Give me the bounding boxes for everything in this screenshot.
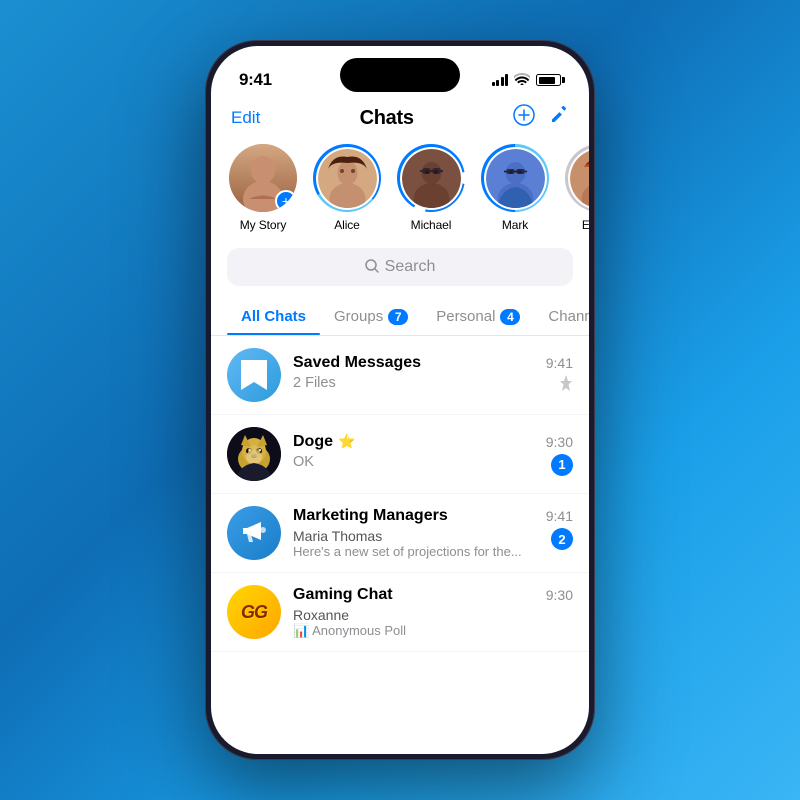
edit-button[interactable]: Edit [231, 108, 260, 128]
story-item-emma[interactable]: Emma [565, 144, 589, 232]
chat-preview-doge: OK [293, 454, 543, 470]
chat-name-doge: Doge ⭐ [293, 433, 355, 451]
tab-groups[interactable]: Groups 7 [320, 300, 422, 335]
page-title: Chats [360, 107, 414, 130]
add-chat-icon[interactable] [513, 104, 535, 132]
story-name-alice: Alice [334, 218, 360, 232]
chat-preview-gaming: 📊 Anonymous Poll [293, 623, 406, 639]
chat-name-saved: Saved Messages [293, 354, 421, 372]
story-item-alice[interactable]: Alice [313, 144, 381, 232]
compose-icon[interactable] [549, 105, 569, 131]
story-item-michael[interactable]: Michael [397, 144, 465, 232]
chat-sender-marketing: Maria Thomas [293, 528, 522, 544]
groups-badge: 7 [388, 309, 408, 325]
chat-avatar-gaming: GG [227, 585, 281, 639]
chat-name-marketing: Marketing Managers [293, 507, 448, 525]
header-actions [513, 104, 569, 132]
phone-frame: 9:41 [205, 40, 595, 760]
chat-avatar-saved [227, 348, 281, 402]
status-icons [492, 73, 562, 88]
chat-time-doge: 9:30 [546, 434, 573, 450]
stories-row: + My Story [211, 144, 589, 248]
chat-list: Saved Messages 9:41 2 Files [211, 336, 589, 652]
pin-icon-saved [559, 375, 573, 397]
chat-time-gaming: 9:30 [546, 587, 573, 603]
add-story-badge: + [275, 190, 297, 212]
story-name-michael: Michael [411, 218, 452, 232]
battery-icon [536, 74, 561, 86]
tab-all-chats[interactable]: All Chats [227, 300, 320, 335]
search-container: Search [211, 248, 589, 300]
tab-channels[interactable]: Channels [534, 300, 589, 335]
unread-badge-doge: 1 [551, 454, 573, 476]
chat-item-saved-messages[interactable]: Saved Messages 9:41 2 Files [211, 336, 589, 415]
chat-preview-saved: 2 Files [293, 375, 551, 391]
story-name-my-story: My Story [240, 218, 287, 232]
search-bar[interactable]: Search [227, 248, 573, 286]
story-item-mark[interactable]: Mark [481, 144, 549, 232]
chat-preview-marketing: Here's a new set of projections for the.… [293, 544, 522, 559]
chat-sender-gaming: Roxanne [293, 607, 406, 623]
chat-name-gaming: Gaming Chat [293, 586, 393, 604]
story-name-emma: Emma [582, 218, 589, 232]
chat-info-doge: Doge ⭐ 9:30 OK 1 [293, 433, 573, 476]
chat-time-saved: 9:41 [546, 355, 573, 371]
filter-tabs: All Chats Groups 7 Personal 4 Channels B [211, 300, 589, 336]
unread-badge-marketing: 2 [551, 528, 573, 550]
chat-item-gaming[interactable]: GG Gaming Chat 9:30 Roxanne 📊 Anonymous … [211, 573, 589, 652]
chat-time-marketing: 9:41 [546, 508, 573, 524]
search-placeholder: Search [385, 258, 436, 276]
chat-item-doge[interactable]: Doge ⭐ 9:30 OK 1 [211, 415, 589, 494]
dynamic-island [340, 58, 460, 92]
story-item-my-story[interactable]: + My Story [229, 144, 297, 232]
star-icon-doge: ⭐ [338, 433, 355, 450]
wifi-icon [514, 73, 530, 88]
chat-info-gaming: Gaming Chat 9:30 Roxanne 📊 Anonymous Pol… [293, 586, 573, 639]
app-header: Edit Chats [211, 100, 589, 144]
chat-info-saved: Saved Messages 9:41 2 Files [293, 354, 573, 397]
personal-badge: 4 [500, 309, 520, 325]
status-time: 9:41 [239, 70, 272, 90]
chat-info-marketing: Marketing Managers 9:41 Maria Thomas Her… [293, 507, 573, 559]
chat-avatar-doge [227, 427, 281, 481]
signal-icon [492, 74, 509, 86]
tab-personal[interactable]: Personal 4 [422, 300, 534, 335]
search-icon [365, 259, 379, 276]
chat-item-marketing[interactable]: Marketing Managers 9:41 Maria Thomas Her… [211, 494, 589, 573]
chat-avatar-marketing [227, 506, 281, 560]
gaming-logo: GG [241, 602, 267, 623]
story-name-mark: Mark [502, 218, 528, 232]
phone-screen: 9:41 [211, 46, 589, 754]
